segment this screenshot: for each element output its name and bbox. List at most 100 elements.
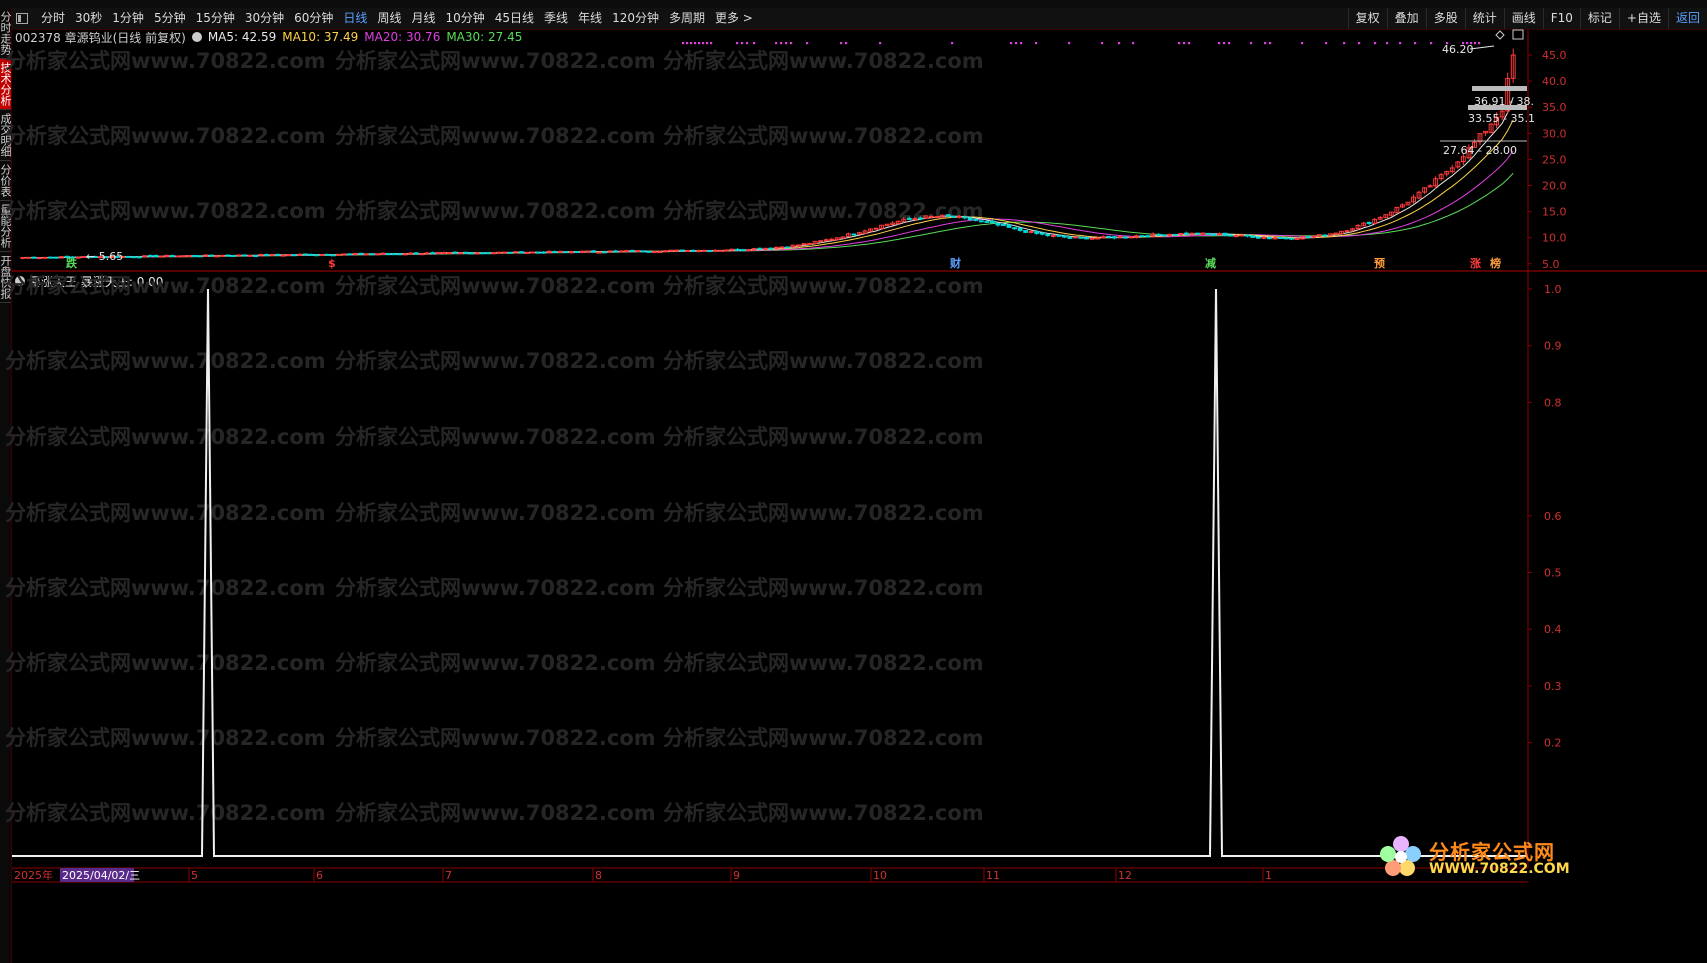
candle-body (197, 255, 203, 258)
candle-body (801, 243, 807, 246)
candle-body (408, 252, 414, 255)
candle-body (530, 251, 535, 254)
candle-body (507, 251, 513, 254)
candle-body (391, 253, 397, 256)
price-tick-label: 45.0 (1542, 49, 1567, 62)
candle-body (264, 253, 270, 256)
candle-body (1139, 235, 1145, 238)
signal-dot (702, 42, 705, 45)
candle-body (380, 252, 386, 255)
candle-body (524, 251, 530, 254)
candle-body (446, 252, 452, 255)
watermark-text: 分析家公式网www.70822.com (663, 801, 984, 825)
candle-body (1294, 237, 1300, 240)
candle-body (1228, 234, 1234, 237)
candle-body (796, 244, 801, 247)
candle-body (541, 251, 547, 254)
candle-body (1366, 222, 1372, 225)
watermark-text: 分析家公式网www.70822.com (663, 651, 984, 675)
indicator-tick-label: 0.9 (1544, 340, 1562, 353)
candle-body (31, 256, 37, 259)
candle-body (929, 215, 934, 218)
high-price-label: 46.20 (1442, 43, 1474, 56)
watermark-text: 分析家公式网www.70822.com (5, 49, 326, 73)
candle-body (956, 215, 962, 218)
candle-body (591, 250, 596, 253)
candle-body (369, 253, 375, 256)
signal-dot (1264, 42, 1267, 45)
diamond-icon[interactable] (1495, 30, 1505, 40)
candle-body (153, 254, 159, 258)
candle-body (1156, 233, 1162, 236)
signal-dot (1474, 42, 1477, 45)
candle-body (341, 253, 347, 256)
candle-body (701, 249, 707, 252)
signal-dot (1358, 42, 1361, 45)
watermark-text: 分析家公式网www.70822.com (663, 124, 984, 148)
watermark-text: 分析家公式网www.70822.com (335, 726, 656, 750)
watermark-text: 分析家公式网www.70822.com (663, 726, 984, 750)
candle-body (1167, 233, 1173, 236)
candle-body (557, 250, 563, 253)
candle-body (663, 250, 668, 253)
candle-body (967, 217, 973, 221)
candle-body (1111, 236, 1117, 239)
window-icon[interactable] (1512, 29, 1524, 40)
ma5-line (22, 97, 1514, 259)
event-marker: 跌 (66, 256, 78, 270)
watermark-text: 分析家公式网www.70822.com (335, 801, 656, 825)
chart-canvas[interactable]: 分析家公式网www.70822.com 分析家公式网www.70822.com 分析… (0, 0, 1707, 963)
signal-dot (698, 42, 701, 45)
candle-body (413, 252, 419, 255)
candle-body (169, 255, 175, 258)
candle-body (917, 217, 923, 220)
candle-body (225, 254, 231, 257)
watermark-text: 分析家公式网www.70822.com (5, 124, 326, 148)
price-tick-label: 30.0 (1542, 127, 1567, 140)
candle-body (485, 252, 491, 255)
watermark-text: 分析家公式网www.70822.com (335, 274, 656, 298)
watermark-text: 分析家公式网www.70822.com (663, 425, 984, 449)
watermark-text: 分析家公式网www.70822.com (663, 349, 984, 373)
signal-dot (1478, 42, 1481, 45)
candle-body (724, 249, 729, 252)
candle-body (696, 250, 702, 253)
signal-dot (1183, 42, 1186, 45)
candle-body (1217, 233, 1223, 236)
candle-body (474, 252, 480, 255)
candle-body (674, 249, 680, 252)
candle-body (1200, 232, 1206, 235)
candle-body (1028, 230, 1034, 233)
candle-body (1078, 236, 1084, 239)
candle-body (1172, 233, 1178, 236)
signal-dot (790, 42, 793, 45)
signal-dot (1101, 42, 1104, 45)
candle-body (629, 249, 635, 253)
candle-body (729, 248, 735, 251)
indicator-tick-label: 0.3 (1544, 680, 1562, 693)
candle-body (247, 254, 253, 257)
box3-label: 27.64 - 28.00 (1443, 144, 1517, 157)
candle-body (1084, 237, 1090, 240)
event-marker: 财 (949, 256, 961, 270)
candle-body (1211, 233, 1217, 236)
candle-body (934, 216, 940, 219)
signal-dot (1269, 42, 1272, 45)
candle-body (995, 222, 1001, 226)
logo-url: WWW.70822.COM (1429, 861, 1570, 877)
candle-body (496, 251, 502, 254)
month-label: 10 (873, 869, 887, 882)
watermark-text: 分析家公式网www.70822.com (5, 576, 326, 600)
candle-body (951, 215, 957, 218)
resistance-bar-1 (1472, 86, 1527, 91)
month-label: 8 (595, 869, 602, 882)
candle-body (1244, 234, 1250, 237)
signal-dot (1414, 42, 1417, 45)
signal-dot (1430, 42, 1433, 45)
watermark-text: 分析家公式网www.70822.com (335, 349, 656, 373)
month-label: 11 (986, 869, 1000, 882)
candle-body (208, 254, 214, 257)
candle-body (1012, 227, 1018, 230)
watermark-text: 分析家公式网www.70822.com (335, 49, 656, 73)
candle-body (635, 250, 641, 253)
